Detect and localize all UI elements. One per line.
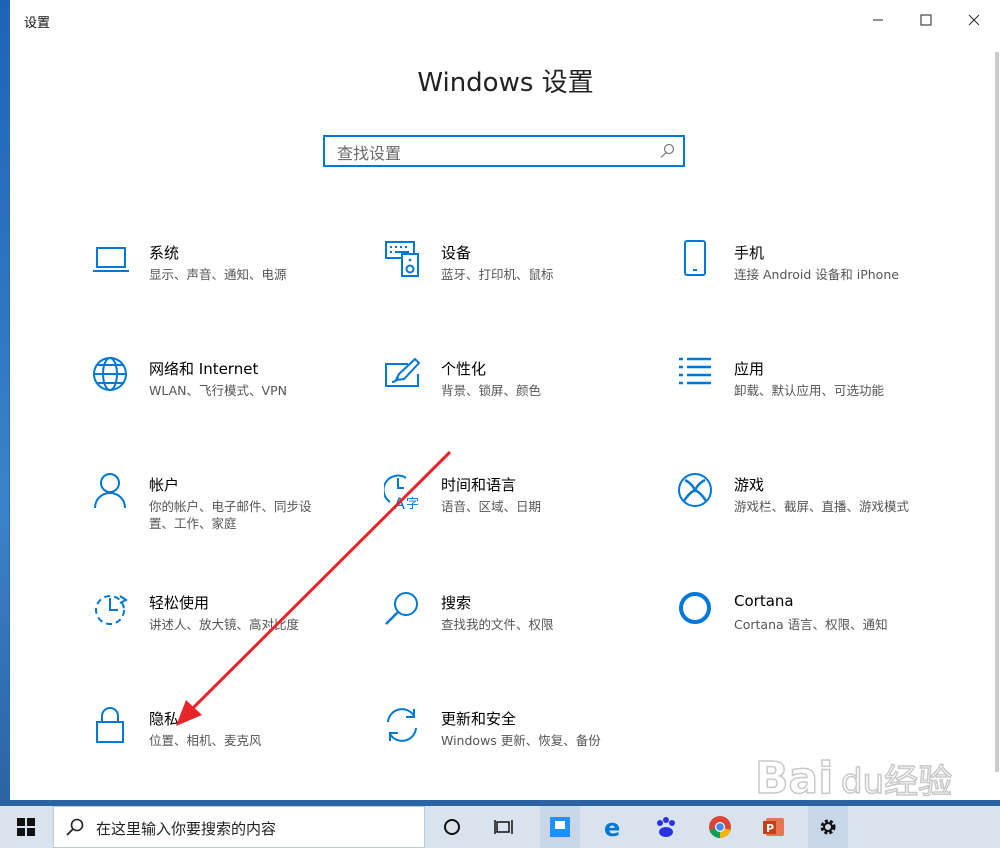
edge-icon: e <box>604 815 620 839</box>
cortana-circle-icon <box>444 819 460 835</box>
blue-app-icon <box>550 817 570 837</box>
task-view-icon <box>494 820 513 834</box>
taskbar-app-edge[interactable]: e <box>594 806 634 848</box>
taskbar-app-powerpoint[interactable]: P <box>754 806 794 848</box>
annotation-arrow <box>176 450 452 726</box>
windows-logo-icon <box>17 818 35 836</box>
svg-text:du经验: du经验 <box>841 762 952 802</box>
taskbar-app-settings[interactable] <box>808 806 848 848</box>
svg-text:e: e <box>604 815 620 839</box>
start-button[interactable] <box>6 806 46 848</box>
cortana-button[interactable] <box>432 806 472 848</box>
powerpoint-icon: P <box>763 818 784 836</box>
baidu-paw-icon <box>657 817 675 837</box>
svg-text:Bai: Bai <box>755 753 833 804</box>
task-view-button[interactable] <box>484 806 524 848</box>
taskbar-app-baidu[interactable] <box>646 806 686 848</box>
svg-text:P: P <box>766 822 774 835</box>
taskbar-search-text: 在这里输入你要搜索的内容 <box>96 820 277 838</box>
taskbar-search-box[interactable]: 在这里输入你要搜索的内容 <box>53 806 425 848</box>
gear-icon <box>820 819 836 835</box>
taskbar-app-settings-doc[interactable] <box>540 806 580 848</box>
taskbar-app-chrome[interactable] <box>700 806 740 848</box>
chrome-icon <box>709 816 731 838</box>
search-icon <box>66 818 84 836</box>
